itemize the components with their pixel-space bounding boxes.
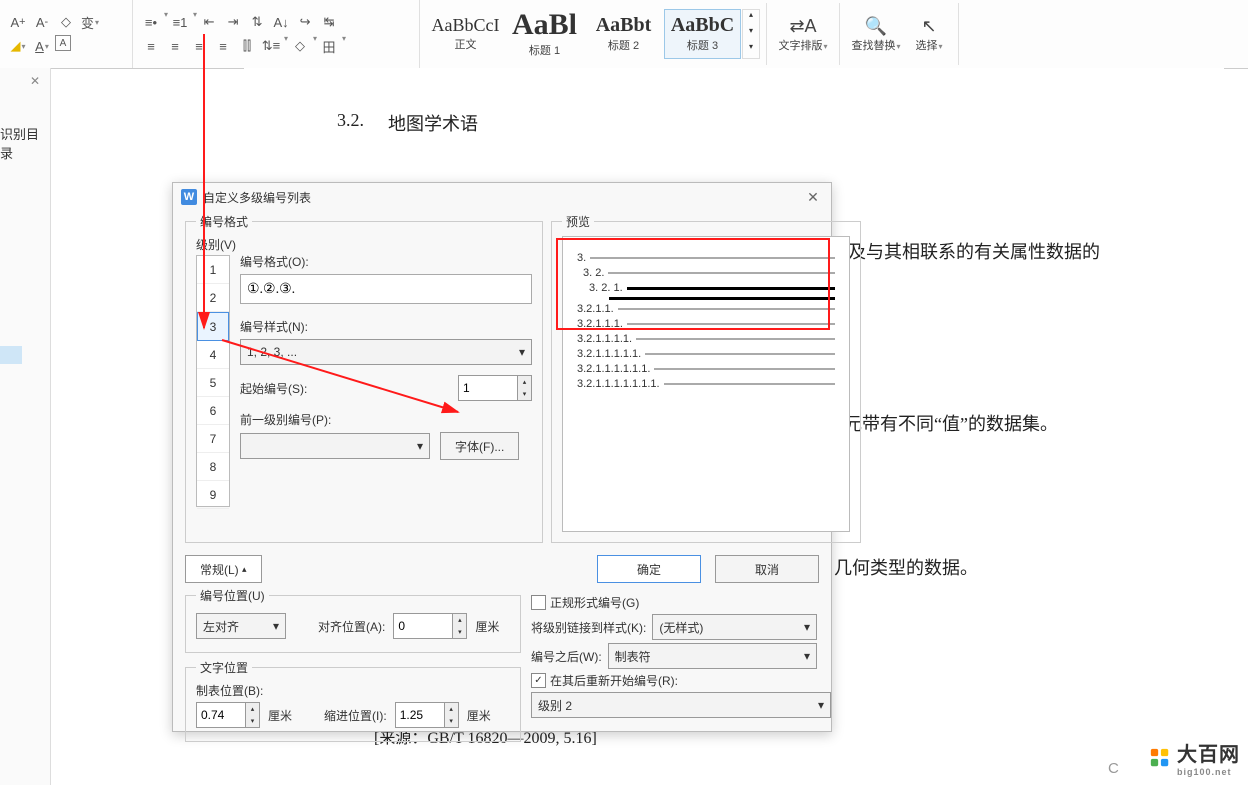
level-label: 级别(V) — [196, 236, 532, 253]
text-layout-button[interactable]: ⇄A文字排版▾ — [773, 4, 833, 64]
watermark: 大百网big100.net — [1149, 738, 1240, 777]
style-h3[interactable]: AaBbC标题 3 — [664, 9, 741, 59]
level-item-4[interactable]: 4 — [197, 341, 229, 369]
ltr-icon[interactable]: A↓ — [270, 11, 292, 33]
level-item-6[interactable]: 6 — [197, 397, 229, 425]
doc-line-3: 几何类型的数据。 — [834, 554, 978, 580]
level-item-9[interactable]: 9 — [197, 481, 229, 509]
bullets-icon[interactable]: ≡• — [140, 11, 162, 33]
heading-text: 地图学术语 — [388, 110, 478, 136]
dec-indent-icon[interactable]: ⇤ — [198, 11, 220, 33]
style-h2[interactable]: AaBbt标题 2 — [585, 9, 662, 59]
ribbon: A+A-◇变▾ ◢▾A▾A ≡•▾≡1▾⇤⇥⇅A↓↪↹ ≡≡≡≡⫿⫿⇅≡▾◇▾田… — [0, 0, 1248, 69]
tab-pos-spinner[interactable]: ▴▾ — [196, 702, 260, 728]
doc-line-1: 据及与其相联系的有关属性数据的 — [830, 238, 1100, 264]
text-layout-icon: ⇄A — [789, 16, 816, 37]
select-icon: ↖ — [921, 16, 936, 37]
chevron-down-icon: ▾ — [519, 345, 525, 359]
text-position-fieldset: 文字位置 制表位置(B): ▴▾ 厘米 缩进位置(I): ▴▾ 厘米 — [185, 659, 521, 742]
ok-button[interactable]: 确定 — [597, 555, 701, 583]
link-style-select[interactable]: (无样式)▾ — [652, 614, 817, 640]
indent-pos-spinner[interactable]: ▴▾ — [395, 702, 459, 728]
numstyle-label: 编号样式(N): — [240, 318, 532, 335]
sidebar: ✕ 识别目录 — [0, 68, 51, 785]
level-item-2[interactable]: 2 — [197, 284, 229, 312]
prevlvl-label: 前一级别编号(P): — [240, 411, 532, 428]
level-item-1[interactable]: 1 — [197, 256, 229, 284]
align-justify-icon[interactable]: ≡ — [212, 35, 234, 57]
level-item-3[interactable]: 3 — [197, 312, 229, 341]
rtl-icon[interactable]: ↪ — [294, 11, 316, 33]
app-icon: W — [181, 189, 197, 205]
chevron-down-icon: ▾ — [417, 439, 423, 453]
numfmt-label: 编号格式(O): — [240, 253, 532, 270]
align-right-icon[interactable]: ≡ — [188, 35, 210, 57]
after-number-select[interactable]: 制表符▾ — [608, 643, 817, 669]
sidebar-highlight — [0, 346, 22, 364]
shading-icon[interactable]: ◇ — [289, 35, 311, 57]
char-border-icon[interactable]: A — [55, 35, 71, 51]
level-item-5[interactable]: 5 — [197, 369, 229, 397]
font-size-dec-icon[interactable]: A- — [31, 11, 53, 33]
close-icon[interactable]: ✕ — [30, 74, 40, 88]
number-position-fieldset: 编号位置(U) 左对齐▾ 对齐位置(A): ▴▾ 厘米 — [185, 587, 521, 653]
level-item-7[interactable]: 7 — [197, 425, 229, 453]
font-button[interactable]: 字体(F)... — [440, 432, 519, 460]
font-size-inc-icon[interactable]: A+ — [7, 11, 29, 33]
advanced-toggle-button[interactable]: 常规(L) ▴ — [185, 555, 262, 583]
numbering-icon[interactable]: ≡1 — [169, 11, 191, 33]
align-select[interactable]: 左对齐▾ — [196, 613, 286, 639]
close-icon[interactable]: ✕ — [803, 187, 823, 207]
distribute-icon[interactable]: ⫿⫿ — [236, 35, 258, 57]
phonetic-icon[interactable]: 变▾ — [79, 11, 101, 33]
borders-icon[interactable]: 田 — [318, 35, 340, 57]
select-button[interactable]: ↖选择▾ — [906, 4, 952, 64]
level-item-8[interactable]: 8 — [197, 453, 229, 481]
logo-icon — [1149, 747, 1171, 769]
find-replace-button[interactable]: 🔍查找替换▾ — [846, 4, 906, 64]
level-list[interactable]: 1 2 3 4 5 6 7 8 9 — [196, 255, 230, 507]
prev-level-select[interactable]: ▾ — [240, 433, 430, 459]
annotation-red-box — [556, 238, 830, 330]
sort-icon[interactable]: ⇅ — [246, 11, 268, 33]
sidebar-title: 识别目录 — [0, 124, 50, 162]
search-icon: 🔍 — [865, 16, 887, 37]
dialog-title: 自定义多级编号列表 — [203, 189, 803, 206]
restart-level-select[interactable]: 级别 2▾ — [531, 692, 831, 718]
font-color-icon[interactable]: A▾ — [31, 35, 53, 57]
format-fieldset: 编号格式 级别(V) 1 2 3 4 5 6 7 8 9 编 — [185, 213, 543, 543]
style-more-icon[interactable]: ▾ — [743, 42, 759, 58]
cancel-button[interactable]: 取消 — [715, 555, 819, 583]
style-down-icon[interactable]: ▾ — [743, 26, 759, 42]
line-spacing-icon[interactable]: ⇅≡ — [260, 35, 282, 57]
heading-number: 3.2. — [337, 110, 364, 136]
highlight-icon[interactable]: ◢▾ — [7, 35, 29, 57]
align-pos-spinner[interactable]: ▴▾ — [393, 613, 467, 639]
legal-checkbox[interactable] — [531, 595, 546, 610]
tab-icon[interactable]: ↹ — [318, 11, 340, 33]
restart-checkbox[interactable]: ✓ — [531, 673, 546, 688]
style-h1[interactable]: AaBl标题 1 — [506, 9, 583, 59]
start-label: 起始编号(S): — [240, 380, 307, 397]
start-number-spinner[interactable]: ▴▾ — [458, 375, 532, 401]
style-gallery: AaBbCcI正文 AaBl标题 1 AaBbt标题 2 AaBbC标题 3 ▴… — [420, 3, 767, 65]
align-center-icon[interactable]: ≡ — [164, 35, 186, 57]
inc-indent-icon[interactable]: ⇥ — [222, 11, 244, 33]
clear-format-icon[interactable]: ◇ — [55, 11, 77, 33]
style-normal[interactable]: AaBbCcI正文 — [427, 9, 504, 59]
number-style-select[interactable]: 1, 2, 3, ...▾ — [240, 339, 532, 365]
align-left-icon[interactable]: ≡ — [140, 35, 162, 57]
doc-cursor-c: C — [1108, 760, 1119, 777]
number-format-input[interactable] — [240, 274, 532, 304]
style-up-icon[interactable]: ▴ — [743, 10, 759, 26]
